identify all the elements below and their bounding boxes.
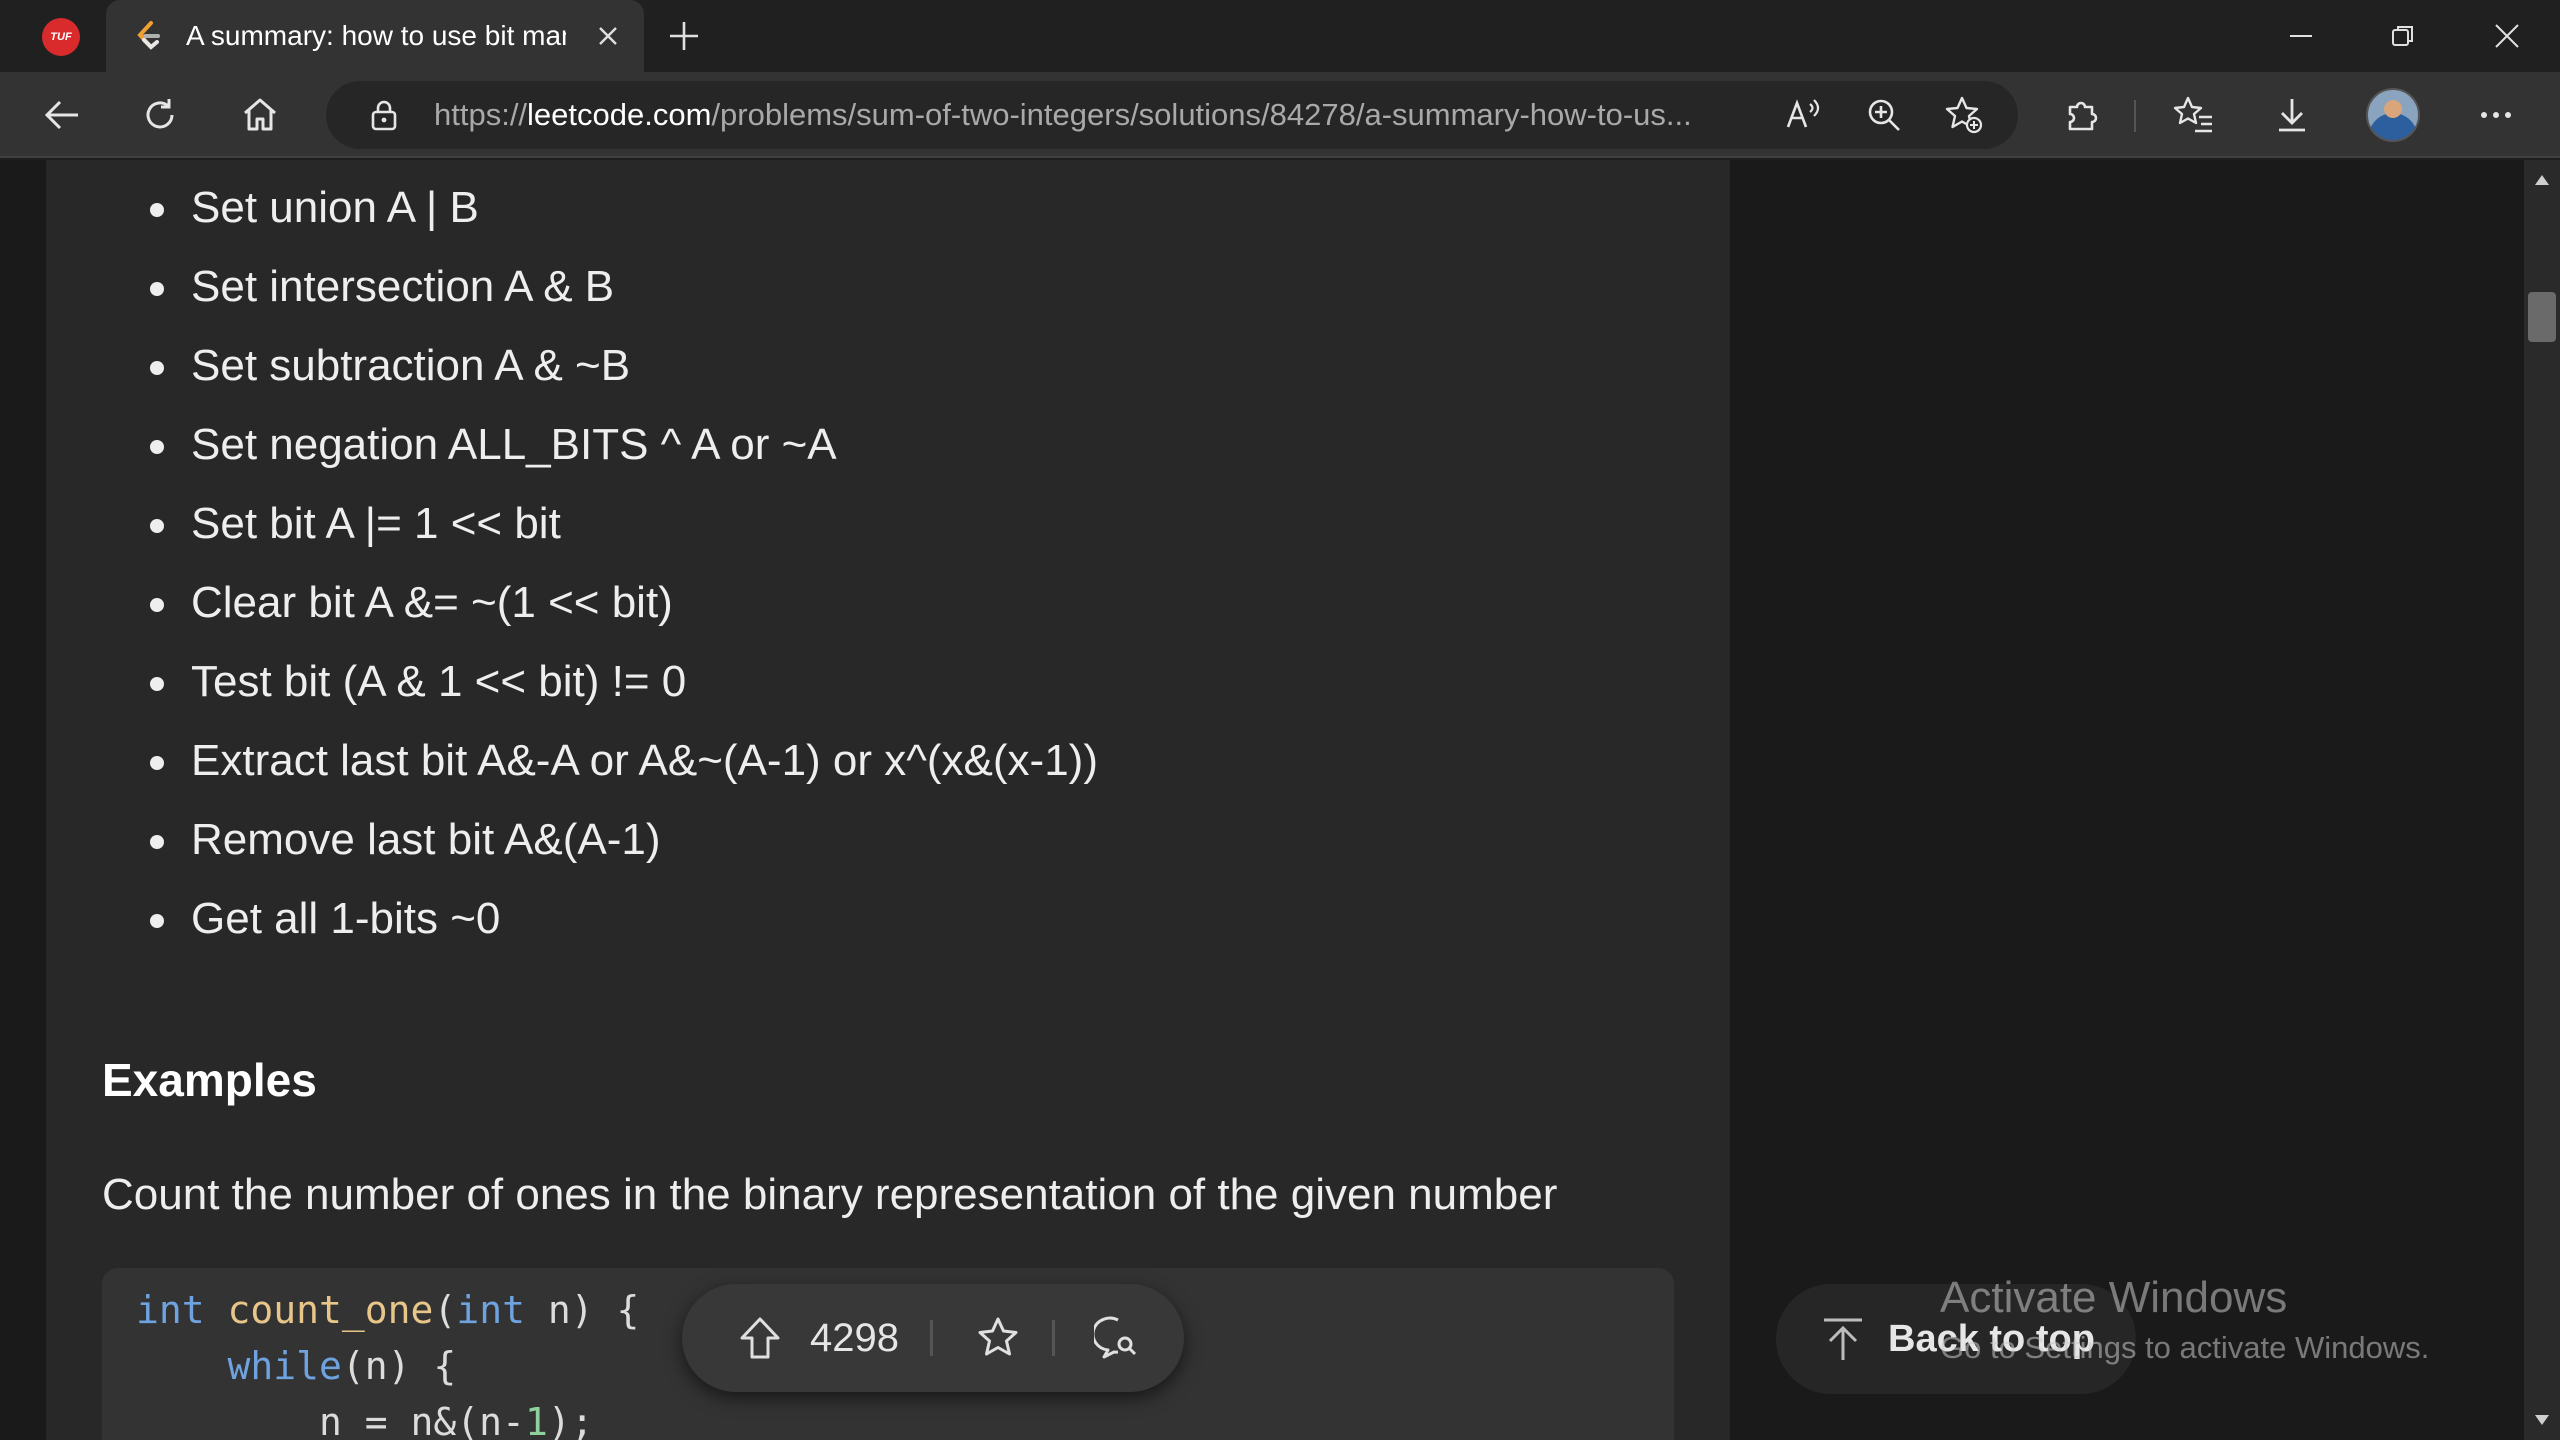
code-keyword: while [227, 1344, 342, 1388]
read-aloud-icon[interactable] [1776, 87, 1832, 143]
list-item: Test bit (A & 1 << bit) != 0 [46, 642, 1098, 721]
list-item: Extract last bit A&-A or A&~(A-1) or x^(… [46, 721, 1098, 800]
arrow-up-icon [1824, 1318, 1862, 1360]
code-line: n = n&(n-1); [136, 1394, 594, 1440]
lock-icon[interactable] [356, 87, 412, 143]
restore-icon[interactable] [2378, 12, 2428, 60]
toolbar-divider [2134, 100, 2136, 132]
profile-avatar[interactable] [2366, 88, 2420, 142]
leetcode-icon [137, 21, 160, 50]
example-description: Count the number of ones in the binary r… [102, 1170, 1558, 1219]
code-line: while(n) { [136, 1338, 457, 1394]
section-heading: Examples [102, 1054, 317, 1106]
comment-icon[interactable] [1090, 1310, 1146, 1366]
scrollbar-thumb[interactable] [2528, 292, 2556, 342]
home-icon[interactable] [232, 87, 288, 143]
code-text: n) { [524, 1288, 640, 1332]
list-item: Get all 1-bits ~0 [46, 879, 1098, 958]
extensions-icon[interactable] [2054, 87, 2110, 143]
minimize-icon[interactable] [2276, 12, 2326, 60]
list-item: Set union A | B [46, 168, 1098, 247]
url-host: leetcode.com [527, 97, 712, 132]
tuf-app-icon[interactable]: TUF [42, 18, 80, 56]
code-keyword: int [136, 1288, 205, 1332]
page-content: Set union A | B Set intersection A & B S… [0, 160, 2524, 1440]
list-item: Set bit A |= 1 << bit [46, 484, 1098, 563]
list-item: Set intersection A & B [46, 247, 1098, 326]
code-text: (n) { [341, 1344, 457, 1388]
add-favorite-icon[interactable] [1936, 87, 1992, 143]
url-scheme: https:// [434, 97, 528, 132]
title-bar: TUF A summary: how to use bit manip [0, 0, 2560, 72]
code-number: 1 [524, 1400, 548, 1440]
upvote-icon[interactable] [732, 1310, 788, 1366]
list-item: Set subtraction A & ~B [46, 326, 1098, 405]
code-text: ( [433, 1288, 457, 1332]
back-to-top-button[interactable]: Back to top [1776, 1284, 2136, 1394]
bit-operations-list: Set union A | B Set intersection A & B S… [46, 168, 1098, 958]
tab-title: A summary: how to use bit manip [186, 20, 566, 51]
new-tab-icon[interactable] [664, 16, 704, 56]
url-text: https://leetcode.com/problems/sum-of-two… [434, 81, 1774, 149]
code-text: n = n&(n- [319, 1400, 525, 1440]
favorites-icon[interactable] [2166, 87, 2222, 143]
downloads-icon[interactable] [2264, 87, 2320, 143]
tab-active[interactable]: A summary: how to use bit manip [106, 0, 644, 72]
scroll-down-icon[interactable] [2532, 1410, 2552, 1430]
address-bar[interactable]: https://leetcode.com/problems/sum-of-two… [326, 81, 2018, 149]
star-icon[interactable] [970, 1310, 1026, 1366]
list-item: Remove last bit A&(A-1) [46, 800, 1098, 879]
zoom-icon[interactable] [1856, 87, 1912, 143]
list-item: Set negation ALL_BITS ^ A or ~A [46, 405, 1098, 484]
page-scrollbar[interactable] [2524, 160, 2560, 1440]
url-path: /problems/sum-of-two-integers/solutions/… [711, 97, 1692, 132]
list-item: Clear bit A &= ~(1 << bit) [46, 563, 1098, 642]
vote-count: 4298 [810, 1316, 899, 1360]
close-window-icon[interactable] [2482, 12, 2532, 60]
code-keyword: int [456, 1288, 525, 1332]
article-panel: Set union A | B Set intersection A & B S… [46, 160, 1730, 1440]
divider [1052, 1320, 1055, 1356]
browser-toolbar: https://leetcode.com/problems/sum-of-two… [0, 72, 2560, 158]
back-icon[interactable] [34, 87, 90, 143]
refresh-icon[interactable] [132, 87, 188, 143]
tab-close-icon[interactable] [590, 18, 626, 54]
scroll-up-icon[interactable] [2532, 170, 2552, 190]
more-icon[interactable] [2468, 87, 2524, 143]
code-text: ); [547, 1400, 594, 1440]
code-function: count_one [227, 1288, 434, 1332]
code-line: int count_one(int n) { [136, 1282, 639, 1338]
solution-actions-bar: 4298 [682, 1284, 1184, 1392]
divider [930, 1320, 933, 1356]
back-to-top-label: Back to top [1888, 1318, 2095, 1360]
